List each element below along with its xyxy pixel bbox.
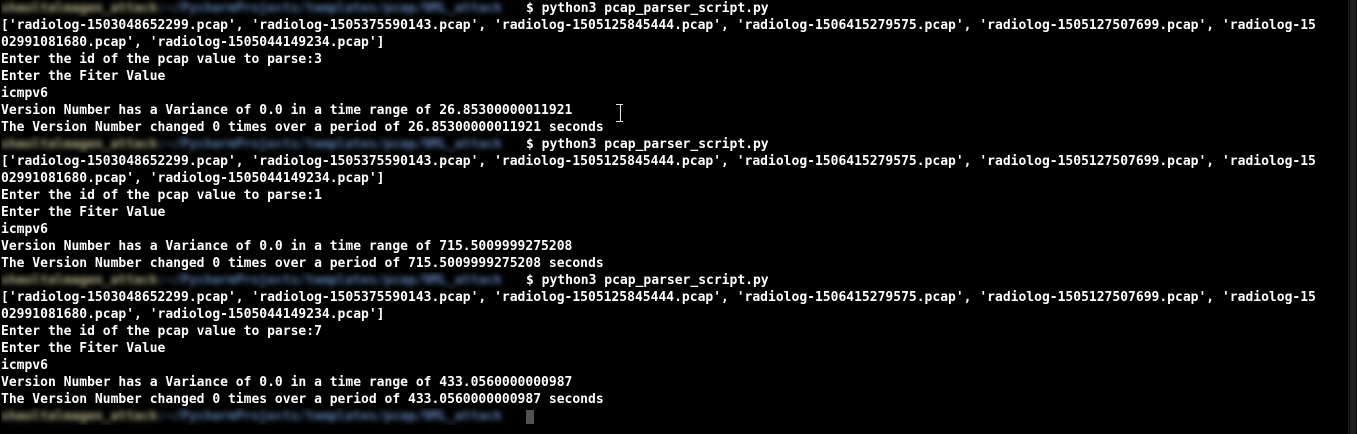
output-line: The Version Number changed 0 times over … [1, 256, 604, 271]
output-line: 02991081680.pcap', 'radiolog-15050441492… [1, 307, 385, 322]
user-input: icmpv6 [1, 358, 48, 373]
prompt-line: shaultalmagen_attack:~/PycharmProjects/t… [1, 272, 1349, 289]
output-line: ['radiolog-1503048652299.pcap', 'radiolo… [1, 18, 1316, 33]
output-line: ['radiolog-1503048652299.pcap', 'radiolo… [1, 290, 1316, 305]
output-line: The Version Number changed 0 times over … [1, 120, 604, 135]
terminal-cursor [526, 410, 534, 424]
prompt-line[interactable]: shaultalmagen_attack:~/PycharmProjects/t… [1, 408, 1349, 425]
terminal-output[interactable]: shaultalmagen_attack:~/PycharmProjects/t… [1, 0, 1349, 434]
user-input: 3 [314, 52, 322, 67]
user-input: icmpv6 [1, 86, 48, 101]
user-input: 7 [314, 324, 322, 339]
prompt-line: shaultalmagen_attack:~/PycharmProjects/t… [1, 136, 1349, 153]
output-line: 02991081680.pcap', 'radiolog-15050441492… [1, 35, 385, 50]
prompt-dollar: $ [526, 137, 534, 152]
output-line: The Version Number changed 0 times over … [1, 391, 1349, 408]
output-line: Enter the Fiter Value [1, 341, 166, 356]
user-input: 1 [314, 188, 322, 203]
scrollbar-thumb[interactable] [1350, 0, 1356, 434]
output-line: Enter the id of the pcap value to parse:… [1, 52, 322, 67]
output-line: Version Number has a Variance of 0.0 in … [1, 239, 573, 254]
command-text: python3 pcap_parser_script.py [541, 1, 769, 16]
prompt-line: shaultalmagen_attack:~/PycharmProjects/t… [1, 0, 1349, 17]
text-cursor: 7 [533, 391, 541, 408]
output-line: 02991081680.pcap', 'radiolog-15050441492… [1, 171, 385, 186]
command-text: python3 pcap_parser_script.py [541, 273, 769, 288]
command-text: python3 pcap_parser_script.py [541, 137, 769, 152]
output-line: Enter the Fiter Value [1, 205, 166, 220]
prompt-dollar: $ [526, 273, 534, 288]
ibeam-cursor-icon [616, 104, 623, 122]
redacted-prompt: shaultalmagen_attack:~/PycharmProjects/t… [1, 137, 502, 152]
redacted-prompt: shaultalmagen_attack:~/PycharmProjects/t… [1, 1, 502, 16]
output-line: Enter the Fiter Value [1, 69, 166, 84]
redacted-prompt: shaultalmagen_attack:~/PycharmProjects/t… [1, 273, 502, 288]
output-line: Enter the id of the pcap value to parse:… [1, 324, 322, 339]
prompt-dollar: $ [526, 1, 534, 16]
vertical-scrollbar[interactable] [1348, 0, 1357, 434]
output-line: Version Number has a Variance of 0.0 in … [1, 375, 573, 390]
output-line: Version Number has a Variance of 0.0 in … [1, 103, 573, 118]
user-input: icmpv6 [1, 222, 48, 237]
output-line: ['radiolog-1503048652299.pcap', 'radiolo… [1, 154, 1316, 169]
output-line: Enter the id of the pcap value to parse:… [1, 188, 322, 203]
redacted-prompt: shaultalmagen_attack:~/PycharmProjects/t… [1, 409, 502, 424]
